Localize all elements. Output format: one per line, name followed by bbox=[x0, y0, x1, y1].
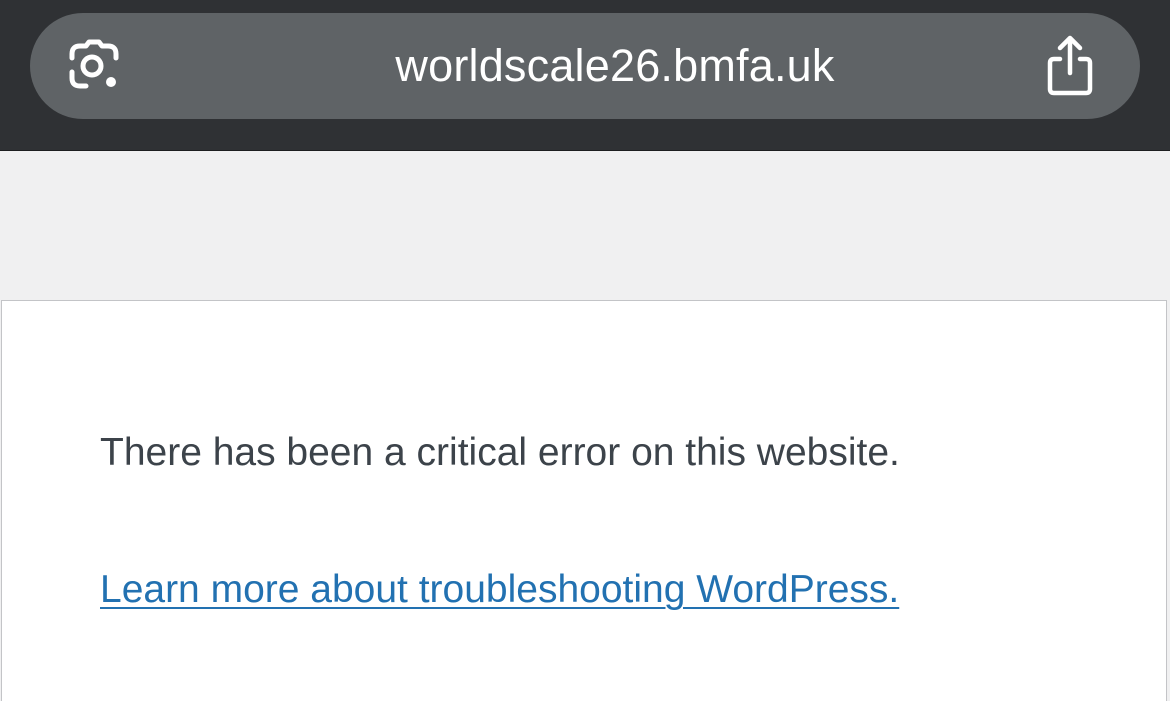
address-bar[interactable]: worldscale26.bmfa.uk bbox=[30, 13, 1140, 119]
browser-toolbar: worldscale26.bmfa.uk bbox=[0, 0, 1170, 151]
url-text[interactable]: worldscale26.bmfa.uk bbox=[210, 13, 1020, 119]
lens-camera-icon bbox=[69, 39, 119, 89]
error-message: There has been a critical error on this … bbox=[100, 431, 900, 474]
troubleshooting-link[interactable]: Learn more about troubleshooting WordPre… bbox=[100, 568, 899, 612]
page-content: There has been a critical error on this … bbox=[0, 151, 1170, 701]
share-button[interactable] bbox=[1034, 28, 1106, 104]
lens-button[interactable] bbox=[58, 30, 130, 102]
error-container: There has been a critical error on this … bbox=[1, 300, 1167, 701]
share-icon bbox=[1047, 35, 1093, 96]
